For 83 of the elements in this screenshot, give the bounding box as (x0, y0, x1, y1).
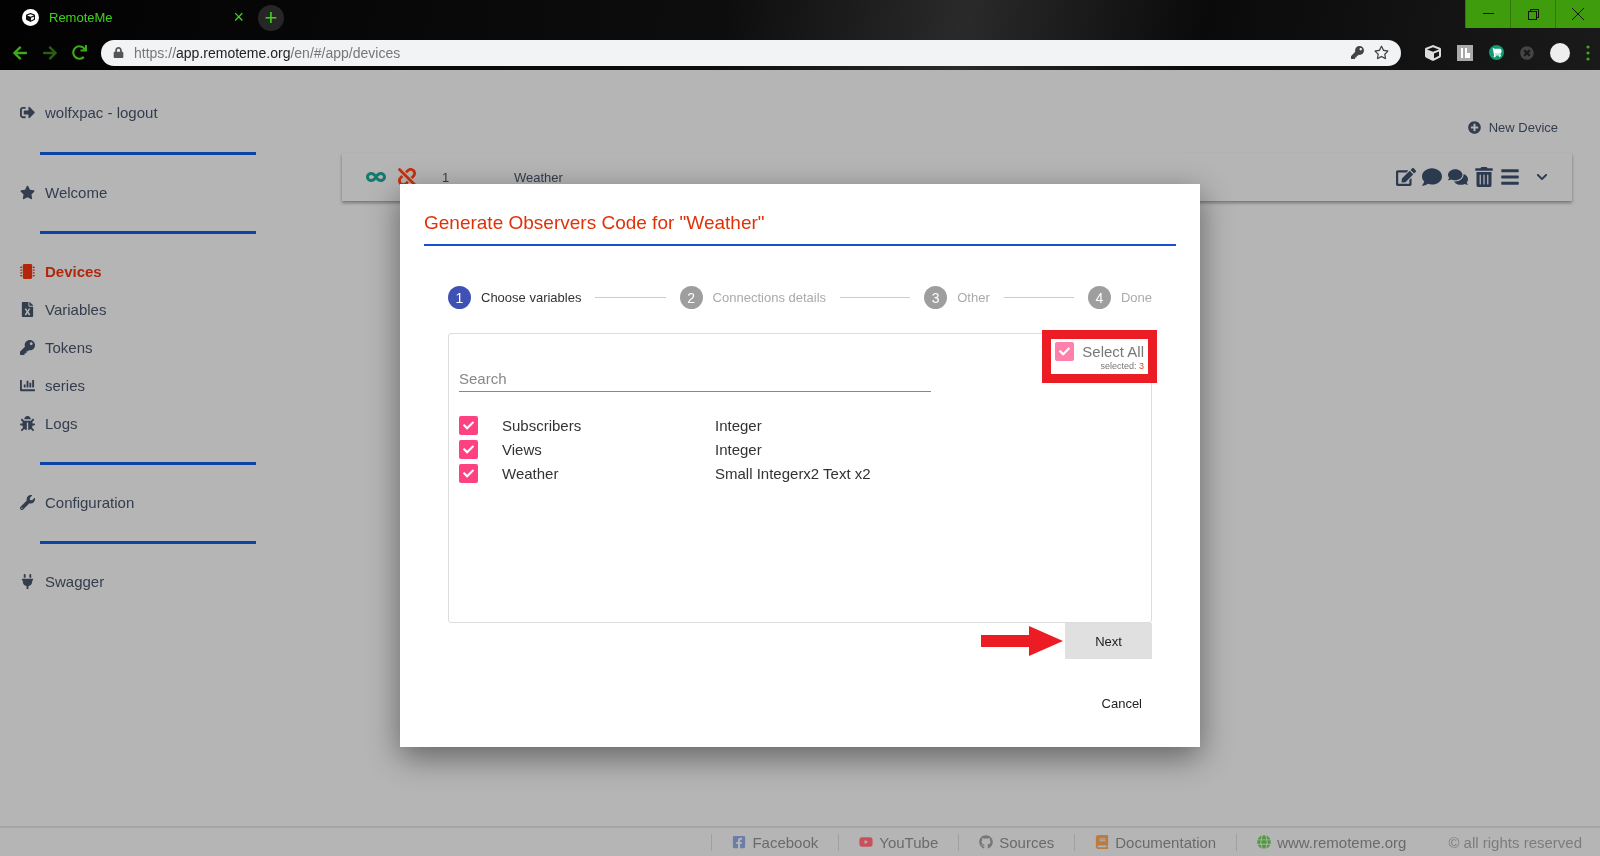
sidebar-item[interactable]: Configuration (20, 494, 290, 511)
step-number: 3 (924, 286, 948, 309)
check-icon (463, 444, 474, 455)
url-text: https://app.remoteme.org/en/#/app/devices (134, 44, 402, 61)
key-icon[interactable] (1351, 46, 1364, 59)
variable-type: Small Integerx2 Text x2 (715, 465, 871, 482)
bookmark-star-icon[interactable] (1374, 45, 1389, 60)
next-button[interactable]: Next (1065, 623, 1152, 659)
browser-tab[interactable]: RemoteMe × (18, 0, 248, 35)
menu-icon[interactable] (1586, 44, 1590, 61)
bug-icon (20, 416, 35, 431)
select-all-checkbox[interactable] (1055, 342, 1075, 361)
restore-icon (1527, 8, 1539, 20)
variable-checkbox[interactable] (459, 440, 478, 459)
sidebar-item[interactable]: Devices (20, 263, 290, 280)
step-label: Done (1120, 290, 1152, 305)
select-all-label: Select All (1082, 343, 1144, 360)
variable-name: Weather (502, 465, 560, 482)
sidebar-item[interactable]: series (20, 377, 290, 394)
step-number: 1 (448, 286, 471, 309)
step-number: 2 (679, 286, 703, 309)
chip-icon (20, 264, 35, 279)
star-icon (20, 185, 35, 200)
wrench-icon (20, 495, 35, 510)
edit-icon[interactable] (1396, 167, 1416, 187)
step-label: Connections details (712, 290, 827, 305)
plus-icon (1467, 121, 1481, 134)
chevron-icon[interactable] (1536, 171, 1548, 183)
step-label: Choose variables (481, 290, 582, 305)
cancel-button[interactable]: Cancel (1095, 695, 1148, 712)
variable-name: Views (502, 441, 543, 458)
step-label: Other (957, 290, 990, 305)
cart-icon[interactable] (1489, 45, 1504, 60)
sidebar-item[interactable]: wolfxpac - logout (20, 104, 290, 121)
logout-icon (20, 105, 35, 120)
extension-icon[interactable] (1457, 44, 1473, 61)
plug-icon (20, 574, 35, 589)
back-icon[interactable] (12, 44, 28, 61)
cube-icon[interactable] (1425, 44, 1441, 61)
address-bar[interactable]: https://app.remoteme.org/en/#/app/devices (101, 39, 1401, 66)
check-icon (463, 468, 474, 479)
lock-icon (113, 47, 124, 58)
sidebar-item[interactable]: Swagger (20, 573, 290, 590)
variable-name: Subscribers (502, 417, 583, 434)
new-device-link[interactable]: New Device (1467, 120, 1558, 135)
favicon-icon (22, 9, 39, 26)
globe-icon (1257, 835, 1272, 849)
tab-close-button[interactable]: × (233, 7, 244, 28)
book-icon (1095, 835, 1110, 849)
copyright-text: © all rights reserved (1447, 833, 1582, 851)
sidebar-item[interactable]: Welcome (20, 184, 290, 201)
variable-checkbox[interactable] (459, 464, 478, 483)
tab-title: RemoteMe (49, 10, 114, 25)
check-icon (1059, 346, 1071, 357)
step-number: 4 (1087, 286, 1111, 309)
comment-icon[interactable] (1422, 167, 1442, 187)
dialog-title: Generate Observers Code for "Weather" (424, 212, 1176, 246)
device-name: Weather (514, 169, 564, 185)
variable-type: Integer (715, 441, 762, 458)
reload-icon[interactable] (72, 45, 87, 60)
youtube-icon (859, 835, 874, 849)
variable-type: Integer (715, 417, 762, 434)
github-icon (979, 835, 994, 849)
forward-icon[interactable] (42, 44, 58, 61)
file-icon (20, 302, 35, 317)
facebook-icon (732, 835, 747, 849)
profile-avatar[interactable] (1550, 42, 1570, 63)
comments-icon[interactable] (1448, 167, 1468, 187)
bar-chart-icon (20, 378, 35, 393)
selected-count: selected: 3 (1100, 361, 1144, 371)
sidebar-item[interactable]: Logs (20, 415, 290, 432)
minimize-icon (1482, 13, 1494, 15)
trash-icon[interactable] (1474, 167, 1494, 187)
close-icon (1572, 8, 1584, 20)
device-id: 1 (442, 169, 451, 185)
sidebar-item[interactable]: Tokens (20, 339, 290, 356)
sidebar-item[interactable]: Variables (20, 301, 290, 318)
variable-checkbox[interactable] (459, 416, 478, 435)
restore-button[interactable] (1510, 0, 1555, 28)
menu-icon[interactable] (1500, 167, 1520, 187)
check-icon (463, 420, 474, 431)
key-icon (20, 340, 35, 355)
new-tab-button[interactable]: + (258, 4, 284, 31)
